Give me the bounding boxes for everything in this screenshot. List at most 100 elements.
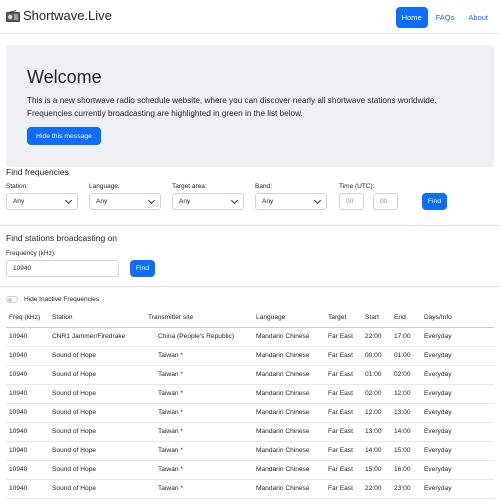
cell-start: 15:00 <box>362 460 391 480</box>
cell-start: 22:00 <box>362 327 391 347</box>
table-row: 10940 CNR1 Jammer/Firedrake China (People'… <box>6 327 494 347</box>
welcome-panel: Welcome This is a new shortwave radio sc… <box>6 45 494 167</box>
cell-start: 02:00 <box>362 384 391 404</box>
language-select-value: Any <box>96 198 108 205</box>
divider <box>0 225 500 226</box>
cell-end: 02:00 <box>391 365 421 385</box>
table-row: 10940 Sound of Hope Taiwan * Mandarin Chine… <box>6 422 494 442</box>
cell-end: 17:00 <box>391 327 421 347</box>
cell-freq: 10940 <box>6 422 49 442</box>
cell-target: Far East <box>325 422 362 442</box>
cell-freq: 10940 <box>6 403 49 423</box>
cell-end: 13:00 <box>391 403 421 423</box>
cell-transmitter-site: Taiwan * <box>145 422 253 442</box>
cell-transmitter-site: Taiwan * <box>145 479 253 499</box>
cell-end: 23:00 <box>391 479 421 499</box>
cell-transmitter-site: Taiwan * <box>145 365 253 385</box>
header-days-info: Days/Info <box>421 308 494 328</box>
brand-link[interactable]: Shortwave.Live <box>6 8 112 23</box>
cell-days-info: Everyday <box>421 441 494 461</box>
cell-station: Sound of Hope <box>49 365 145 385</box>
cell-end: 14:00 <box>391 422 421 442</box>
find-frequencies-button[interactable]: Find <box>422 193 447 210</box>
find-stations-title: Find stations broadcasting on <box>6 233 118 243</box>
cell-language: Mandarin Chinese <box>253 365 325 385</box>
cell-start: 14:00 <box>362 441 391 461</box>
band-select-value: Any <box>262 198 274 205</box>
time-from-input[interactable]: 00 <box>339 193 364 210</box>
cell-language: Mandarin Chinese <box>253 422 325 442</box>
cell-transmitter-site: Taiwan * <box>145 403 253 423</box>
station-select[interactable]: Any <box>6 193 78 210</box>
cell-days-info: Everyday <box>421 479 494 499</box>
station-label: Station: <box>6 183 29 190</box>
chevron-down-icon <box>313 196 322 205</box>
hide-inactive-label: Hide Inactive Frequencies <box>24 296 100 303</box>
cell-language: Mandarin Chinese <box>253 479 325 499</box>
find-stations-button[interactable]: Find <box>130 260 155 277</box>
table-row: 10940 Sound of Hope Taiwan * Mandarin Chine… <box>6 346 494 366</box>
cell-language: Mandarin Chinese <box>253 441 325 461</box>
cell-start: 00:00 <box>362 346 391 366</box>
cell-freq: 10940 <box>6 365 49 385</box>
cell-transmitter-site: Taiwan * <box>145 441 253 461</box>
cell-station: Sound of Hope <box>49 479 145 499</box>
header-target: Target <box>325 308 362 328</box>
cell-transmitter-site: Taiwan * <box>145 460 253 480</box>
station-select-value: Any <box>13 198 25 205</box>
cell-language: Mandarin Chinese <box>253 384 325 404</box>
frequency-table: Freq (kHz) Station Transmitter site Lang… <box>6 308 494 499</box>
cell-language: Mandarin Chinese <box>253 327 325 347</box>
radio-icon <box>6 9 20 22</box>
cell-transmitter-site: Taiwan * <box>145 346 253 366</box>
frequency-input[interactable]: 10940 <box>6 260 119 277</box>
table-row: 10940 Sound of Hope Taiwan * Mandarin Chine… <box>6 479 494 499</box>
welcome-title: Welcome <box>27 67 102 87</box>
target-area-select[interactable]: Any <box>172 193 244 210</box>
nav-home[interactable]: Home <box>395 7 428 28</box>
toggle-knob <box>8 298 12 302</box>
cell-days-info: Everyday <box>421 365 494 385</box>
chevron-down-icon <box>147 196 156 205</box>
find-frequencies-title: Find frequencies <box>6 167 69 177</box>
cell-language: Mandarin Chinese <box>253 403 325 423</box>
cell-days-info: Everyday <box>421 460 494 480</box>
header-language: Language <box>253 308 325 328</box>
brand-text: Shortwave.Live <box>23 8 112 23</box>
cell-start: 12:00 <box>362 403 391 423</box>
target-area-select-value: Any <box>179 198 191 205</box>
cell-end: 12:00 <box>391 384 421 404</box>
divider <box>0 286 500 287</box>
time-to-input[interactable]: 00 <box>373 193 398 210</box>
cell-target: Far East <box>325 365 362 385</box>
nav-about[interactable]: About <box>462 7 494 28</box>
table-row: 10940 Sound of Hope Taiwan * Mandarin Chine… <box>6 384 494 404</box>
cell-start: 22:00 <box>362 479 391 499</box>
cell-freq: 10940 <box>6 327 49 347</box>
header-transmitter-site: Transmitter site <box>145 308 253 328</box>
cell-start: 01:00 <box>362 365 391 385</box>
cell-days-info: Everyday <box>421 384 494 404</box>
band-select[interactable]: Any <box>255 193 327 210</box>
cell-days-info: Everyday <box>421 327 494 347</box>
nav-faqs[interactable]: FAQs <box>430 7 461 28</box>
cell-days-info: Everyday <box>421 403 494 423</box>
table-row: 10940 Sound of Hope Taiwan * Mandarin Chine… <box>6 460 494 480</box>
hide-inactive-toggle[interactable] <box>6 296 18 303</box>
hide-message-button[interactable]: Hide this message <box>27 127 101 145</box>
cell-end: 15:00 <box>391 441 421 461</box>
header-end: End <box>391 308 421 328</box>
cell-target: Far East <box>325 441 362 461</box>
navbar: Shortwave.Live Home FAQs About <box>0 0 500 34</box>
language-select[interactable]: Any <box>89 193 161 210</box>
table-row: 10940 Sound of Hope Taiwan * Mandarin Chine… <box>6 441 494 461</box>
frequency-label: Frequency (kHz): <box>6 250 56 257</box>
cell-days-info: Everyday <box>421 422 494 442</box>
cell-station: CNR1 Jammer/Firedrake <box>49 327 145 347</box>
cell-language: Mandarin Chinese <box>253 346 325 366</box>
band-label: Band: <box>255 183 272 190</box>
cell-station: Sound of Hope <box>49 460 145 480</box>
header-start: Start <box>362 308 391 328</box>
target-area-label: Target area: <box>172 183 207 190</box>
cell-station: Sound of Hope <box>49 441 145 461</box>
